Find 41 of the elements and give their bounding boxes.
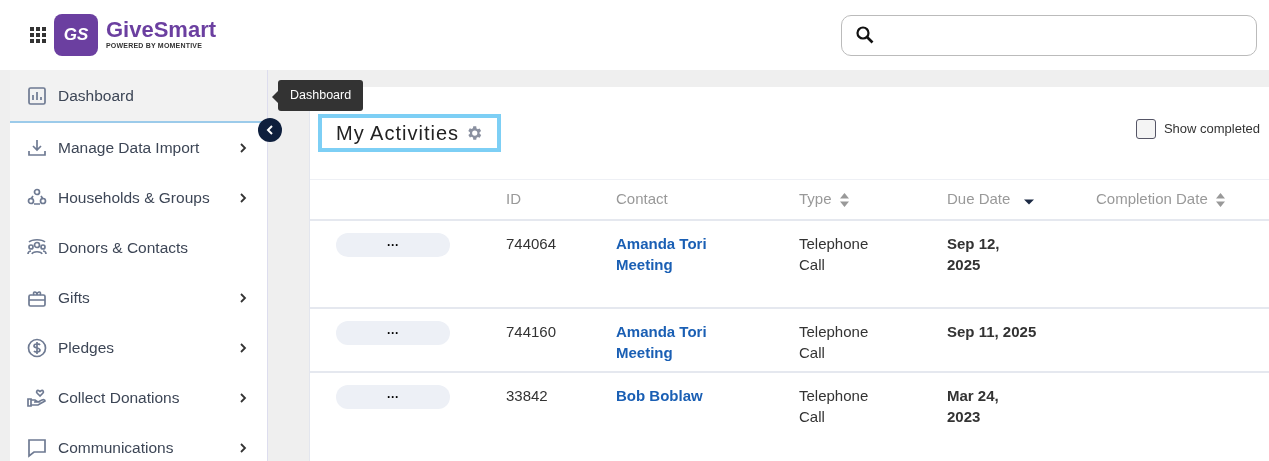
checkbox-label: Show completed [1163, 120, 1260, 139]
sidebar-item[interactable]: Households & Groups [10, 173, 267, 223]
collapse-sidebar-button[interactable] [258, 118, 282, 142]
tooltip: Dashboard [278, 80, 364, 111]
actions-button[interactable]: ··· [336, 321, 450, 345]
speech-bubble-icon [26, 437, 48, 459]
hand-heart-icon [26, 387, 48, 409]
chevron-left-icon [266, 125, 274, 135]
checkbox[interactable] [1135, 119, 1156, 139]
bar-chart-icon [26, 84, 48, 107]
table-cell-text: Telephone Call [799, 322, 870, 363]
table-cell: 33842 [506, 387, 548, 404]
download-icon [26, 137, 48, 159]
brand-name: GiveSmart [106, 18, 217, 41]
sidebar-item[interactable]: Gifts [10, 273, 267, 323]
sidebar-item[interactable]: Collect Donations [10, 373, 267, 423]
table-cell-text: Telephone Call [799, 234, 870, 275]
table-cell-text: Sep 12, 2025 [947, 234, 1001, 275]
contact-link[interactable]: Bob Boblaw [616, 385, 736, 406]
sidebar-item[interactable]: Manage Data Import [10, 123, 267, 173]
table-cell-text: Mar 24, 2023 [947, 386, 1000, 427]
sort-descending-icon[interactable] [1024, 198, 1035, 205]
table-cell-text: Sep 11, 2025 [947, 322, 1038, 342]
search-field[interactable] [841, 14, 1257, 56]
sidebar-item[interactable]: Dashboard [10, 70, 267, 123]
contact-link[interactable]: Amanda Tori Meeting [616, 233, 736, 275]
sidebar-item[interactable]: Pledges [10, 323, 267, 373]
actions-button[interactable]: ··· [336, 385, 450, 409]
sort-icon[interactable] [839, 192, 849, 207]
contact-link[interactable]: Amanda Tori Meeting [616, 321, 736, 363]
sidebar-item[interactable]: Donors & Contacts [10, 223, 267, 273]
actions-button[interactable]: ··· [336, 233, 450, 257]
table-cell: 744064 [506, 235, 557, 252]
dollar-circle-icon [26, 337, 48, 359]
logo-mark: GS [54, 14, 98, 56]
page-title: My Activities [336, 121, 460, 145]
app-grid-icon[interactable] [30, 27, 46, 43]
sort-icon[interactable] [1215, 192, 1225, 207]
table-cell-text: Telephone Call [799, 386, 870, 427]
sidebar-item[interactable]: Communications [10, 423, 267, 461]
table-cell: 744160 [506, 323, 557, 340]
